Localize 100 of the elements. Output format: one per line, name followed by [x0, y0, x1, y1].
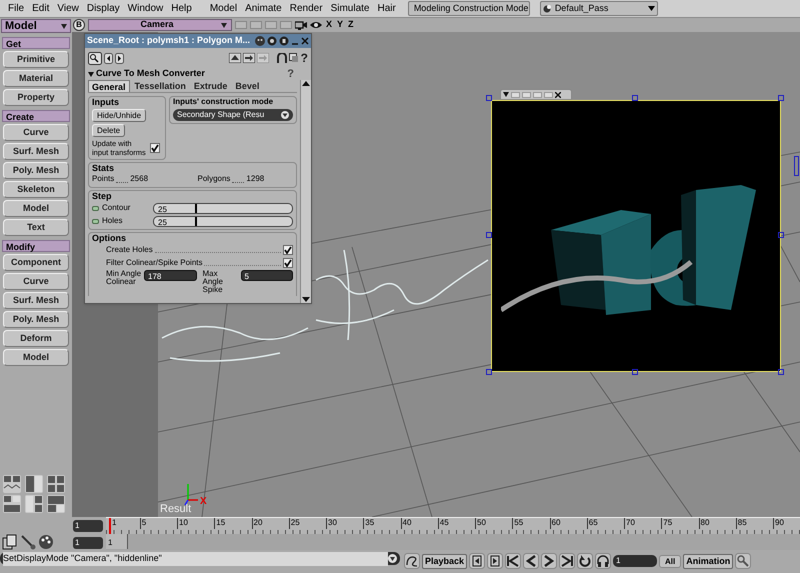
magnet-icon[interactable] [276, 53, 287, 63]
scroll-up-icon[interactable] [302, 80, 310, 86]
menu-item[interactable]: Display [82, 1, 124, 16]
right-arrow-icon[interactable] [242, 53, 255, 63]
view-button[interactable]: B [73, 19, 85, 31]
resize-handle[interactable] [486, 232, 492, 238]
layout-icon[interactable] [47, 475, 65, 493]
construction-mode-dropdown[interactable]: Secondary Shape (Resu [173, 109, 293, 121]
animation-indicator-icon[interactable] [92, 206, 99, 210]
collapse-icon[interactable] [88, 72, 94, 76]
module-menu-item[interactable]: Render [286, 1, 327, 16]
resize-handle[interactable] [778, 369, 784, 375]
layout-icon[interactable] [47, 495, 65, 513]
resize-handle[interactable] [486, 369, 492, 375]
first-frame-icon[interactable] [505, 553, 522, 569]
help-button[interactable]: ? [287, 66, 294, 82]
scroll-down-icon[interactable] [302, 297, 310, 303]
tool-button[interactable]: Property [3, 89, 69, 106]
checkbox[interactable] [150, 143, 160, 153]
checkbox[interactable] [283, 258, 293, 268]
pass-dropdown[interactable]: Default_Pass [540, 1, 658, 16]
camera-icon[interactable] [295, 20, 307, 30]
resize-handle[interactable] [486, 95, 492, 101]
layout-icon[interactable] [25, 495, 43, 513]
loop-icon[interactable] [577, 553, 594, 569]
range-marker[interactable]: 1 [106, 534, 128, 549]
tool-button[interactable]: Deform [3, 330, 69, 347]
slider[interactable]: 25 [153, 202, 293, 214]
menu-item[interactable]: Help [167, 1, 196, 16]
copy-icon[interactable] [2, 534, 18, 550]
tool-button[interactable]: Material [3, 70, 69, 87]
copy-icon[interactable] [288, 53, 299, 63]
checkbox[interactable] [283, 245, 293, 255]
palette-icon[interactable] [38, 534, 54, 550]
face-icon[interactable] [255, 36, 265, 46]
scrollbar[interactable] [300, 80, 311, 303]
resize-handle[interactable] [632, 95, 638, 101]
number-field[interactable]: 178 [144, 270, 196, 281]
tab[interactable]: Extrude [190, 80, 230, 92]
layout-icon[interactable] [3, 495, 21, 513]
close-icon[interactable] [555, 92, 561, 98]
eye-icon[interactable] [310, 21, 322, 29]
tool-button[interactable]: Text [3, 219, 69, 236]
layout-icon[interactable] [25, 475, 43, 493]
module-menu-item[interactable]: Hair [373, 1, 400, 16]
menu-item[interactable]: Edit [28, 1, 54, 16]
command-line-field[interactable]: SetDisplayMode "Camera", "hiddenline" [0, 552, 400, 565]
end-frame-field[interactable]: 1 [73, 536, 103, 548]
tool-button[interactable]: Model [3, 200, 69, 217]
tool-button[interactable]: Curve [3, 273, 69, 290]
all-button[interactable]: All [659, 554, 682, 568]
timeline-ruler[interactable]: 1 5 10 15 20 25 30 35 40 45 50 55 60 65 70 75 80 85 90 [106, 517, 800, 534]
resize-handle[interactable] [778, 232, 784, 238]
help-button[interactable]: ? [300, 49, 308, 67]
tool-button[interactable]: Skeleton [3, 181, 69, 198]
play-backward-icon[interactable] [523, 553, 540, 569]
module-menu-item[interactable]: Model [206, 1, 242, 16]
tool-button[interactable]: Surf. Mesh [3, 143, 69, 160]
animation-indicator-icon[interactable] [92, 218, 99, 224]
axis-toggle[interactable]: X [325, 18, 334, 32]
play-icon[interactable] [541, 553, 558, 569]
tool-button[interactable]: Poly. Mesh [3, 162, 69, 179]
start-frame-field[interactable]: 1 [73, 520, 103, 532]
next-frame-icon[interactable] [487, 553, 504, 569]
tool-button[interactable]: Surf. Mesh [3, 292, 69, 309]
camera-dropdown[interactable]: Camera [88, 19, 232, 31]
animation-button[interactable]: Animation [683, 554, 734, 568]
menu-item[interactable]: File [4, 1, 28, 16]
up-arrow-icon[interactable] [228, 53, 241, 63]
tool-button[interactable]: Primitive [3, 51, 69, 68]
layout-icon[interactable] [3, 475, 21, 493]
close-icon[interactable] [301, 37, 309, 45]
menu-item[interactable]: Window [124, 1, 168, 16]
previous-frame-icon[interactable] [469, 553, 486, 569]
current-frame-field[interactable]: 1 [613, 555, 658, 567]
tab[interactable]: Tessellation [132, 80, 189, 92]
axis-toggle[interactable]: Z [347, 18, 355, 32]
resize-handle[interactable] [794, 156, 799, 176]
headphones-icon[interactable] [595, 553, 612, 569]
previous-icon[interactable] [104, 52, 113, 64]
slider-thumb[interactable] [195, 216, 198, 226]
loop-curve-icon[interactable] [404, 553, 420, 569]
resize-handle[interactable] [632, 369, 638, 375]
tool-button[interactable]: Component [3, 254, 69, 271]
last-frame-icon[interactable] [559, 553, 576, 569]
input-button[interactable]: Hide/Unhide [92, 109, 146, 122]
slider-thumb[interactable] [195, 204, 198, 212]
resize-handle[interactable] [778, 95, 784, 101]
axis-toggle[interactable]: Y [336, 18, 344, 32]
tool-button[interactable]: Model [3, 349, 69, 366]
next-icon[interactable] [115, 52, 124, 64]
number-field[interactable]: 5 [240, 270, 293, 281]
toolbar-title-dropdown[interactable]: Model [1, 19, 71, 33]
lock-icon[interactable] [279, 36, 289, 46]
input-button[interactable]: Delete [92, 124, 126, 137]
mode-dropdown[interactable]: Modeling Construction Mode [408, 1, 530, 16]
gear-icon[interactable] [267, 36, 277, 46]
module-menu-item[interactable]: Simulate [326, 1, 374, 16]
tab[interactable]: Bevel [232, 80, 262, 92]
brush-icon[interactable] [20, 534, 36, 550]
